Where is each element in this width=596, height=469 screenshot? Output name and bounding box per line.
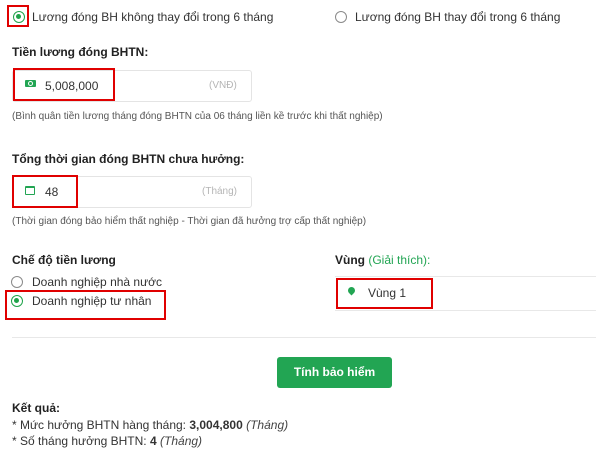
duration-unit: (Tháng)	[202, 186, 238, 197]
salary-hint: (Bình quân tiền lương tháng đóng BHTN củ…	[12, 111, 383, 122]
region-select[interactable]: Vùng 1	[335, 276, 596, 311]
radio-salary-unchanged-label[interactable]: Lương đóng BH không thay đổi trong 6 thá…	[32, 10, 273, 24]
calendar-icon	[25, 186, 35, 195]
radio-private-enterprise[interactable]	[11, 295, 23, 307]
result-months: * Số tháng hưởng BHTN: 4 (Tháng)	[12, 434, 202, 448]
result-monthly-label: * Mức hưởng BHTN hàng tháng:	[12, 418, 190, 432]
salary-regime-title: Chế độ tiền lương	[12, 253, 116, 267]
region-value: Vùng 1	[368, 286, 407, 300]
duration-input[interactable]: 48 (Tháng)	[12, 176, 252, 208]
result-months-value: 4	[149, 434, 157, 448]
duration-value: 48	[45, 185, 59, 199]
radio-salary-changed[interactable]	[335, 11, 347, 23]
region-title: Vùng (Giải thích):	[335, 253, 430, 267]
duration-hint: (Thời gian đóng bảo hiểm thất nghiệp - T…	[12, 216, 367, 227]
result-monthly-value: 3,004,800	[189, 418, 243, 432]
calculate-button[interactable]: Tính bảo hiểm	[277, 357, 392, 388]
radio-salary-changed-label[interactable]: Lương đóng BH thay đổi trong 6 tháng	[355, 10, 560, 24]
result-monthly-unit: (Tháng)	[246, 418, 289, 432]
salary-value: 5,008,000	[45, 79, 99, 93]
radio-private-enterprise-label[interactable]: Doanh nghiệp tư nhân	[32, 294, 151, 308]
divider	[12, 337, 596, 338]
region-label: Vùng	[335, 253, 365, 267]
salary-input[interactable]: 5,008,000 (VNĐ)	[12, 70, 252, 102]
salary-unit: (VNĐ)	[209, 80, 237, 91]
result-monthly: * Mức hưởng BHTN hàng tháng: 3,004,800 (…	[12, 418, 288, 432]
radio-salary-unchanged[interactable]	[13, 11, 25, 23]
radio-state-enterprise-label[interactable]: Doanh nghiệp nhà nước	[32, 275, 162, 289]
region-explain-link[interactable]: (Giải thích):	[368, 253, 430, 267]
result-months-unit: (Tháng)	[160, 434, 203, 448]
salary-title: Tiền lương đóng BHTN:	[12, 45, 149, 59]
result-title: Kết quả:	[12, 401, 60, 415]
result-months-label: * Số tháng hưởng BHTN:	[12, 434, 150, 448]
radio-state-enterprise[interactable]	[11, 276, 23, 288]
duration-title: Tổng thời gian đóng BHTN chưa hưởng:	[12, 152, 245, 166]
map-pin-icon	[346, 285, 357, 296]
money-icon	[25, 80, 36, 87]
